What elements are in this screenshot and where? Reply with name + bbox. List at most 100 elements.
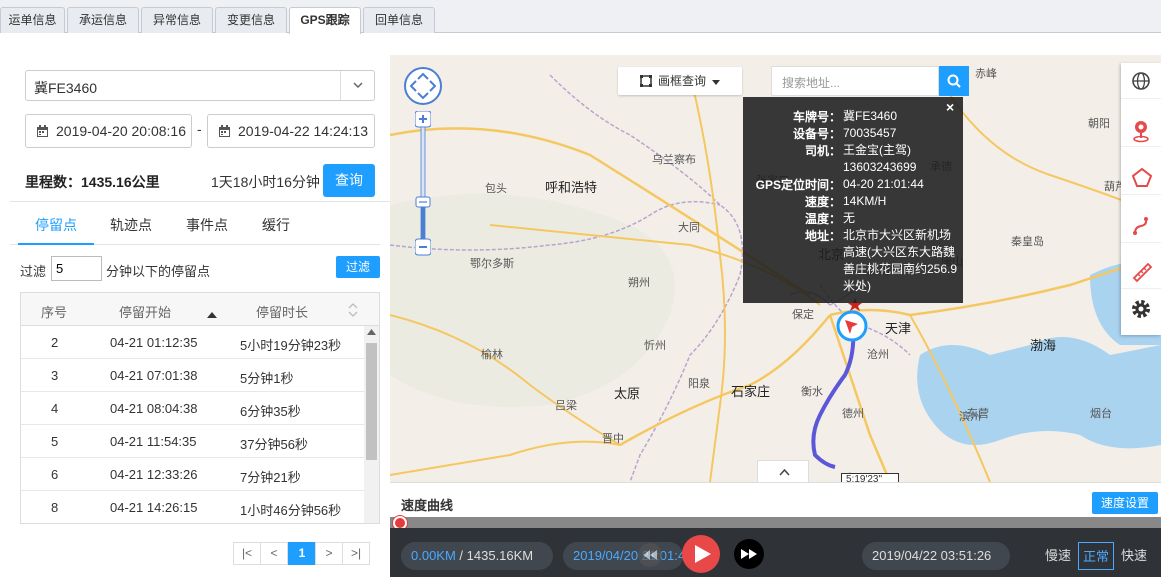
map-layer-button[interactable] (1121, 63, 1161, 99)
current-time-readout: 2019/04/20 21:01:44 (563, 542, 683, 570)
subtab-event-points[interactable]: 事件点 (186, 215, 228, 235)
popup-key-gps-time: GPS定位时间： (755, 178, 841, 192)
map-label: 天津 (885, 321, 912, 336)
cell-start: 04-21 08:04:38 (110, 401, 198, 416)
marker-tool-button[interactable] (1121, 111, 1161, 147)
cell-start: 04-21 12:33:26 (110, 467, 198, 482)
cell-start: 04-21 01:12:35 (110, 335, 198, 350)
next-page-button[interactable]: > (315, 542, 343, 565)
speed-settings-button[interactable]: 速度设置 (1092, 492, 1158, 514)
popup-value-speed: 14KM/H (843, 194, 887, 208)
address-search-input[interactable]: 搜索地址... (771, 66, 939, 96)
map-pin-icon (1133, 121, 1149, 143)
gear-icon (1132, 300, 1150, 318)
cell-no: 2 (51, 335, 59, 350)
table-row[interactable]: 6 04-21 12:33:26 7分钟21秒 (21, 458, 364, 491)
filter-button[interactable]: 过滤 (336, 256, 380, 278)
polyline-tool-button[interactable] (1121, 207, 1161, 243)
distance-total: / 1435.16KM (455, 548, 534, 563)
speed-slow-button[interactable]: 慢速 (1041, 542, 1075, 570)
subtab-slow-traffic[interactable]: 缓行 (262, 215, 290, 235)
map-label: 忻州 (644, 340, 666, 352)
start-time-field[interactable]: 2019-04-20 20:08:16 (25, 114, 192, 148)
tab-receipt-info[interactable]: 回单信息 (363, 7, 435, 33)
sort-asc-icon[interactable] (207, 306, 217, 321)
tab-gps-tracking[interactable]: GPS跟踪 (289, 7, 361, 34)
popup-key-plate: 车牌号： (792, 110, 841, 124)
map-label: 沧州 (867, 349, 889, 361)
polygon-tool-button[interactable] (1121, 159, 1161, 195)
cell-start: 04-21 14:26:15 (110, 500, 198, 515)
column-header-start[interactable]: 停留开始 (119, 302, 171, 321)
map-label: 吕梁 (555, 400, 577, 412)
speed-curve-title: 速度曲线 (401, 498, 454, 513)
measure-tool-button[interactable] (1121, 253, 1161, 289)
rect-query-button[interactable]: 画框查询 (618, 67, 742, 95)
tab-change-info[interactable]: 变更信息 (215, 7, 287, 33)
first-page-button[interactable]: |< (233, 542, 261, 565)
stop-duration-label: 5:19'23" (841, 473, 899, 482)
table-row[interactable]: 3 04-21 07:01:38 5分钟1秒 (21, 359, 364, 392)
filter-suffix: 分钟以下的停留点 (106, 264, 211, 279)
map-label: 保定 (792, 309, 814, 321)
search-button[interactable] (939, 66, 969, 96)
column-header-duration[interactable]: 停留时长 (256, 302, 308, 321)
last-page-button[interactable]: >| (342, 542, 370, 565)
play-button[interactable] (682, 535, 720, 573)
subtab-track-points[interactable]: 轨迹点 (110, 215, 152, 235)
page-1-button[interactable]: 1 (288, 542, 316, 565)
top-tab-bar: 运单信息 承运信息 异常信息 变更信息 GPS跟踪 回单信息 (0, 0, 1161, 34)
map-label: 石家庄 (731, 384, 771, 399)
column-header-no: 序号 (41, 305, 68, 320)
cell-no: 8 (51, 500, 59, 515)
popup-value-gps-time: 04-20 21:01:44 (843, 177, 924, 191)
chevron-down-icon[interactable] (340, 71, 374, 100)
map-label: 烟台 (1090, 408, 1112, 420)
query-button[interactable]: 查询 (323, 164, 375, 197)
table-row[interactable]: 4 04-21 08:04:38 6分钟35秒 (21, 392, 364, 425)
cell-no: 3 (51, 368, 59, 383)
cell-duration: 6分钟35秒 (240, 404, 301, 419)
fast-forward-button[interactable] (734, 539, 764, 569)
table-row[interactable]: 5 04-21 11:54:35 37分钟56秒 (21, 425, 364, 458)
end-time-field[interactable]: 2019-04-22 14:24:13 (207, 114, 375, 148)
divider (10, 201, 390, 202)
rewind-button[interactable] (638, 543, 662, 567)
popup-value-driver: 王金宝(主驾) 13603243699 (843, 143, 917, 174)
scrollbar-thumb[interactable] (366, 343, 377, 460)
search-icon (947, 74, 961, 88)
subtab-stop-points[interactable]: 停留点 (35, 215, 77, 235)
speed-normal-button[interactable]: 正常 (1078, 542, 1115, 570)
tab-carrier-info[interactable]: 承运信息 (67, 7, 139, 33)
popup-value-temperature: 无 (843, 211, 856, 225)
cell-no: 4 (51, 401, 59, 416)
start-time-value: 2019-04-20 20:08:16 (56, 123, 186, 139)
cell-duration: 37分钟56秒 (240, 437, 308, 452)
distance-current: 0.00KM (411, 548, 456, 563)
map-label: 秦皇岛 (1011, 236, 1044, 248)
cell-start: 04-21 11:54:35 (110, 434, 197, 449)
playback-progress-track[interactable] (390, 517, 1161, 528)
prev-page-button[interactable]: < (260, 542, 288, 565)
stop-points-table: 序号 停留开始 停留时长 2 04-21 01:12:35 5小时19分钟23秒 3 0… (20, 292, 380, 524)
polygon-icon (1131, 167, 1153, 187)
popup-key-speed: 速度： (804, 195, 841, 209)
map-pan-control[interactable] (404, 67, 442, 105)
filter-minutes-input[interactable] (51, 256, 102, 281)
polyline-icon (1133, 217, 1148, 235)
tab-waybill-info[interactable]: 运单信息 (0, 7, 65, 33)
map-label: 赤峰 (975, 68, 997, 80)
map-view[interactable]: 乌兰察布呼和浩特包头张家口大同鄂尔多斯朔州忻州榆林太原阳泉石家庄吕梁晋中保定衡水… (390, 55, 1161, 482)
map-label: 德州 (842, 408, 864, 420)
expand-speed-chart-button[interactable] (757, 460, 809, 482)
sort-both-icon[interactable] (348, 303, 358, 320)
table-row[interactable]: 8 04-21 14:26:15 1小时46分钟56秒 (21, 491, 364, 523)
map-zoom-control[interactable] (414, 110, 432, 256)
vehicle-select[interactable]: 冀FE3460 (25, 70, 375, 101)
tab-exception-info[interactable]: 异常信息 (141, 7, 213, 33)
date-separator: - (197, 121, 202, 137)
rewind-icon (643, 550, 657, 560)
table-row[interactable]: 2 04-21 01:12:35 5小时19分钟23秒 (21, 326, 364, 359)
speed-fast-button[interactable]: 快速 (1117, 542, 1151, 570)
map-settings-button[interactable] (1121, 291, 1161, 327)
